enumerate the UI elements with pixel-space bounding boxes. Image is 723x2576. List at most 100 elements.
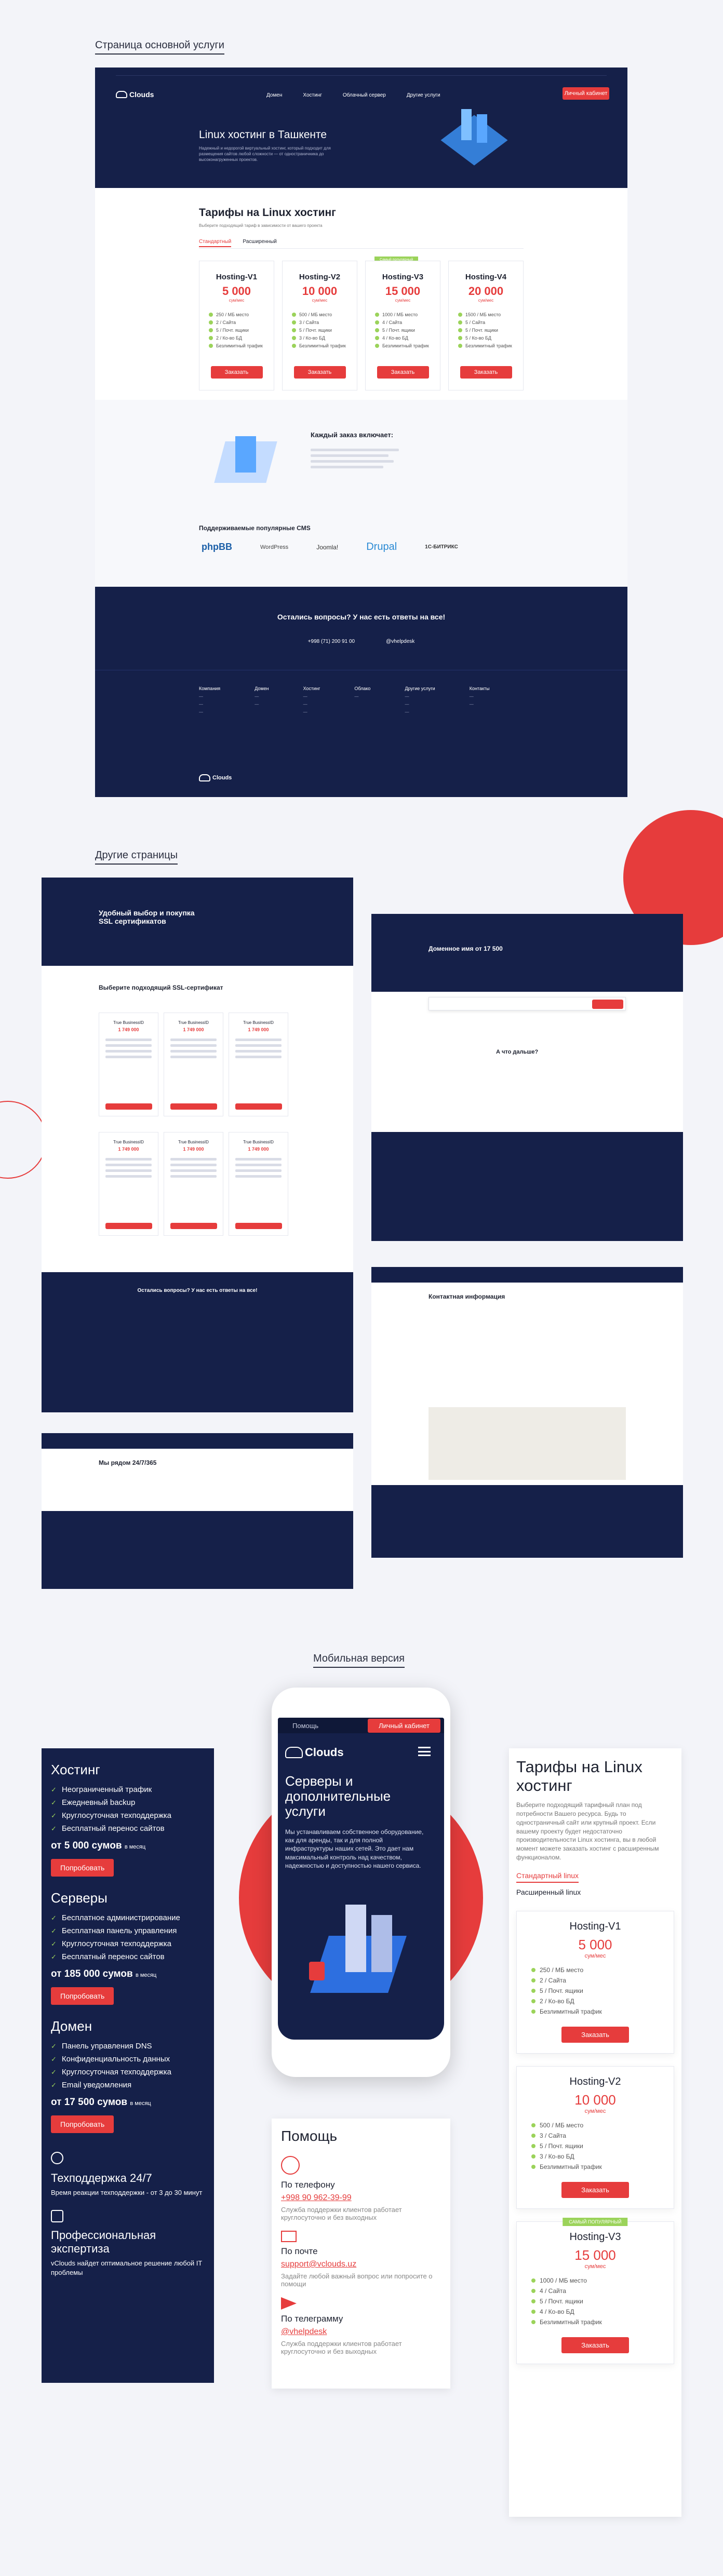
check-icon [458,320,462,325]
order-button[interactable]: Заказать [561,2026,629,2043]
includes-list [311,446,524,471]
check-icon [209,320,213,325]
plan-feature: 5 / Почт. ящики [375,328,440,333]
plan-price: 5 000 [222,285,251,298]
plan-name: Hosting-V1 [216,273,258,281]
service-price: от 5 000 сумов в месяц [51,1840,146,1851]
check-icon [531,2319,535,2324]
plan-feature: 5 / Почт. ящики [209,328,274,333]
ssl-order-button[interactable] [170,1223,217,1229]
ssl-product: True BusinessID [113,1020,144,1025]
domain-title: Доменное имя от 17 500 [429,945,503,952]
support-page-mockup: Мы рядом 24/7/365 [42,1433,353,1589]
contact-telegram[interactable]: @vhelpdesk [386,639,414,644]
order-button[interactable]: Заказать [210,366,263,379]
nav-cloud[interactable]: Облачный сервер [343,92,386,98]
plan-name: Hosting-V4 [465,273,507,281]
nav-hosting[interactable]: Хостинг [303,92,322,98]
plan-name: Hosting-V3 [569,2231,621,2243]
plan-per: сум/мес [229,298,245,303]
plan-feature: Безлимитный трафик [209,343,274,348]
contact-band: Остались вопросы? У нас есть ответы на в… [95,587,627,670]
includes-title: Каждый заказ включает: [311,431,394,439]
cloud-icon [199,774,210,781]
hamburger-icon[interactable] [418,1747,431,1756]
service-feature: ✓ Ежедневный backup [51,1798,136,1807]
phone-text: Мы устанавливаем собственное оборудовани… [285,1828,424,1869]
help-phone[interactable]: +998 90 962-39-99 [281,2193,441,2203]
phone-screen: Помощь Личный кабинет Clouds Серверы и д… [278,1718,444,2040]
check-icon [292,320,296,325]
tab-standard-linux[interactable]: Стандартный linux [516,1871,579,1883]
tariffs-text: Выберите подходящий тарифный план под по… [516,1801,659,1862]
phone-cabinet-button[interactable]: Личный кабинет [368,1719,440,1733]
check-icon [531,2009,535,2014]
plan-per: сум/мес [584,2108,606,2114]
mobile-help-card: Помощь По телефону +998 90 962-39-99 Слу… [272,2119,450,2389]
ssl-order-button[interactable] [105,1103,152,1110]
nav-other[interactable]: Другие услуги [407,92,440,98]
help-mail[interactable]: support@vclouds.uz [281,2260,441,2269]
cabinet-button[interactable]: Личный кабинет [563,87,609,100]
plan-card: Hosting-V3 15 000 сум/мес 1000 / МБ мест… [365,261,440,390]
plan-price: 15 000 [385,285,421,298]
ssl-order-button[interactable] [235,1223,282,1229]
check-icon [375,320,379,325]
ssl-order-button[interactable] [170,1103,217,1110]
footer-logo: Clouds [199,774,232,781]
check-icon [531,2143,535,2148]
check-icon [531,1999,535,2003]
try-button[interactable]: Попробовать [51,2115,114,2133]
contact-phone[interactable]: +998 (71) 200 91 00 [308,639,355,644]
help-tg[interactable]: @vhelpdesk [281,2327,441,2337]
tariffs-title: Тарифы на Linux хостинг [516,1758,642,1795]
plan-name: Hosting-V2 [569,2075,621,2087]
help-phone-text: Служба поддержки клиентов работает кругл… [281,2206,402,2221]
tab-standard[interactable]: Стандартный [199,239,232,247]
contact-row: +998 (71) 200 91 00 @vhelpdesk [95,639,627,644]
ssl-order-button[interactable] [105,1223,152,1229]
footer-col-domain: Домен [255,686,269,691]
order-button[interactable]: Заказать [377,366,429,379]
tab-extended[interactable]: Расширенный [243,239,276,247]
try-button[interactable]: Попробовать [51,1859,114,1877]
order-button[interactable]: Заказать [460,366,512,379]
phone-help-link[interactable]: Помощь [292,1722,318,1730]
plan-feature: Безлимитный трафик [292,343,357,348]
support-block: Техподдержка 24/7 Время реакции техподде… [51,2152,205,2277]
plan-price: 20 000 [468,285,504,298]
check-icon [531,2278,535,2283]
nav-domain[interactable]: Домен [266,92,282,98]
service-feature: ✓ Конфиденциальность данных [51,2055,170,2064]
phone-logo[interactable]: Clouds [285,1746,344,1759]
order-button[interactable]: Заказать [561,2181,629,2198]
domain-search-button[interactable] [592,1000,623,1009]
service-block: Серверы ✓ Бесплатное администрирование ✓ Бе… [51,1890,205,2005]
ssl-card: True BusinessID 1 749 000 [164,1013,223,1116]
plan-feature: 5 / Почт. ящики [458,328,523,333]
plan-feature: Безлимитный трафик [375,343,440,348]
order-button[interactable]: Заказать [293,366,346,379]
tab-extended-linux[interactable]: Расширенный linux [516,1888,674,1896]
check-icon [209,313,213,317]
try-button[interactable]: Попробовать [51,1987,114,2005]
mobile-plan-card: Hosting-V1 5 000 сум/мес 250 / МБ место 2… [516,1910,674,2054]
order-button[interactable]: Заказать [561,2337,629,2353]
brand-logo[interactable]: Clouds [116,90,154,99]
check-icon: ✓ [51,2042,57,2050]
tariffs-text: Выберите подходящий тариф в зависимости … [199,223,323,228]
clock-icon [51,2152,63,2164]
plan-feature: 2 / Ко-во БД [209,335,274,341]
check-icon [531,2133,535,2138]
ssl-product: True BusinessID [113,1140,144,1144]
server-illustration [438,104,511,177]
service-title: Серверы [51,1890,108,1906]
footer-col-hosting: Хостинг [303,686,320,691]
phone-title: Серверы и дополнительные услуги [285,1773,391,1819]
plan-feature: 1000 / МБ место [375,312,440,317]
plan-card: Hosting-V2 10 000 сум/мес 500 / МБ место… [282,261,357,390]
ssl-price: 1 749 000 [248,1027,269,1032]
ssl-page-mockup: Удобный выбор и покупка SSL сертификатов… [42,878,353,1412]
ssl-order-button[interactable] [235,1103,282,1110]
check-icon: ✓ [51,1926,57,1935]
